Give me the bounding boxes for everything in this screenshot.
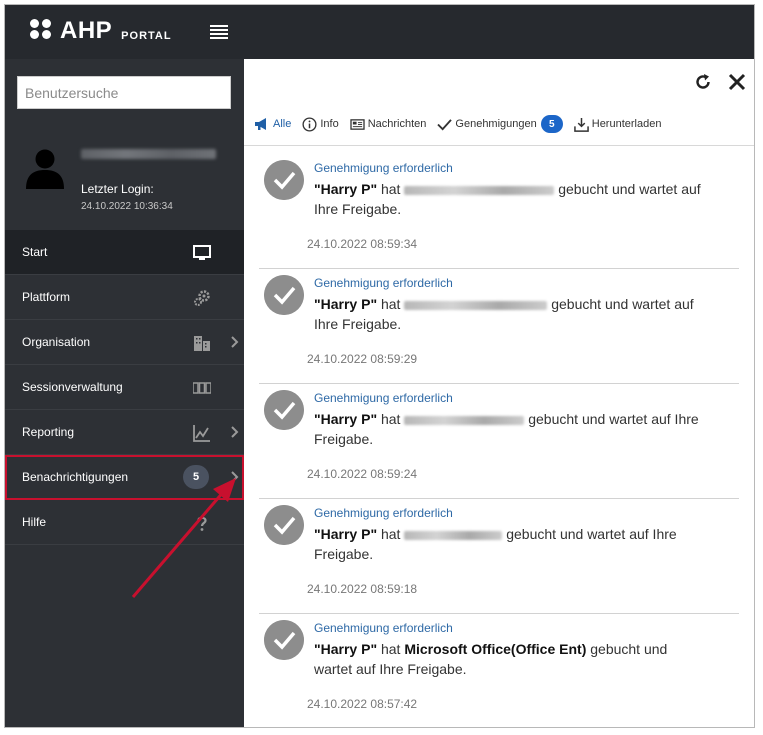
sidebar-item-benachrichtigungen[interactable]: Benachrichtigungen 5: [5, 455, 244, 500]
buildings-icon: [194, 336, 210, 351]
tab-nachrichten[interactable]: Nachrichten: [350, 118, 427, 131]
notification-user: "Harry P": [314, 181, 378, 197]
tab-label: Genehmigungen: [455, 118, 537, 130]
sidebar-item-reporting[interactable]: Reporting: [5, 410, 244, 455]
notification-time: 24.10.2022 08:59:29: [307, 352, 418, 366]
notification-count-badge: 5: [183, 465, 209, 489]
tab-label: Herunterladen: [591, 118, 662, 130]
notification-item: Genehmigung erforderlich "Harry P" hat g…: [259, 269, 739, 384]
brand-sub: PORTAL: [121, 30, 172, 42]
app-frame: AHP PORTAL Letzter Login: 24.10.2022 10:…: [4, 4, 755, 728]
message-icon: [350, 118, 365, 130]
notification-time: 24.10.2022 08:59:24: [307, 467, 418, 481]
refresh-icon[interactable]: [694, 73, 712, 91]
megaphone-icon: [255, 118, 266, 130]
brand-name: AHP: [60, 17, 113, 44]
check-circle-icon: [264, 275, 304, 315]
menu-toggle-icon[interactable]: [210, 25, 228, 39]
notification-time: 24.10.2022 08:59:18: [307, 582, 418, 596]
notification-panel: Alle Info Nachrichten Genehmigungen 5 He…: [244, 59, 754, 727]
notification-text: "Harry P" hat Microsoft Office(Office En…: [314, 639, 709, 679]
user-avatar-icon: [26, 149, 64, 189]
tab-label: Nachrichten: [367, 118, 427, 130]
check-circle-icon: [264, 620, 304, 660]
notification-title: Genehmigung erforderlich: [314, 621, 453, 635]
sidebar-item-sessionverwaltung[interactable]: Sessionverwaltung: [5, 365, 244, 410]
notification-title: Genehmigung erforderlich: [314, 506, 453, 520]
close-icon[interactable]: [728, 73, 746, 91]
user-search-input[interactable]: [17, 76, 231, 109]
sidebar-item-start[interactable]: Start: [5, 230, 244, 275]
last-login-time: 24.10.2022 10:36:34: [81, 201, 173, 212]
tabs-divider: [244, 145, 754, 146]
sidebar-item-hilfe[interactable]: Hilfe: [5, 500, 244, 545]
redacted-item: [404, 530, 503, 540]
chevron-right-icon[interactable]: [230, 336, 240, 348]
sidebar: Letzter Login: 24.10.2022 10:36:34 Start…: [5, 59, 244, 727]
monitor-icon: [193, 245, 211, 260]
check-circle-icon: [264, 505, 304, 545]
notification-time: 24.10.2022 08:57:42: [307, 697, 418, 711]
sessions-icon: [193, 382, 211, 394]
tab-herunterladen[interactable]: Herunterladen: [573, 117, 662, 132]
notification-text: "Harry P" hat gebucht und wartet auf Ihr…: [314, 524, 709, 564]
tab-genehmigungen[interactable]: Genehmigungen 5: [437, 115, 563, 133]
notification-text: "Harry P" hat gebucht und wartet auf Ihr…: [314, 294, 709, 334]
notification-verb: hat: [380, 526, 401, 542]
logo: AHP PORTAL: [30, 19, 172, 43]
check-icon: [437, 118, 453, 130]
notification-user: "Harry P": [314, 296, 378, 312]
redacted-item: [404, 185, 555, 195]
question-icon: [197, 516, 207, 531]
notification-item: Genehmigung erforderlich "Harry P" hat g…: [259, 499, 739, 614]
chart-icon: [193, 425, 210, 442]
notification-time: 24.10.2022 08:59:34: [307, 237, 418, 251]
notification-user: "Harry P": [314, 641, 378, 657]
last-login-label: Letzter Login:: [81, 182, 154, 196]
download-icon: [573, 117, 589, 132]
notification-item: Genehmigung erforderlich "Harry P" hat g…: [259, 154, 739, 269]
notification-verb: hat: [380, 296, 401, 312]
notification-list: Genehmigung erforderlich "Harry P" hat g…: [259, 154, 739, 727]
top-bar: AHP PORTAL: [5, 5, 754, 59]
approval-count-badge: 5: [540, 115, 563, 133]
notification-user: "Harry P": [314, 411, 378, 427]
panel-actions: [694, 73, 746, 91]
check-circle-icon: [264, 160, 304, 200]
notification-text: "Harry P" hat gebucht und wartet auf Ihr…: [314, 409, 709, 449]
notification-title: Genehmigung erforderlich: [314, 161, 453, 175]
redacted-item: [404, 415, 525, 425]
notification-verb: hat: [380, 181, 401, 197]
gears-icon: [194, 290, 210, 306]
notification-item: Genehmigung erforderlich "Harry P" hat g…: [259, 384, 739, 499]
user-name-redacted: [81, 149, 216, 159]
tab-info[interactable]: Info: [302, 116, 339, 132]
tab-label: Info: [320, 118, 339, 130]
notification-user: "Harry P": [314, 526, 378, 542]
notification-item-name: Microsoft Office(Office Ent): [404, 641, 587, 657]
info-icon: [302, 116, 317, 132]
notification-text: "Harry P" hat gebucht und wartet auf Ihr…: [314, 179, 709, 219]
chevron-right-icon[interactable]: [230, 471, 240, 483]
notification-item: Genehmigung erforderlich "Harry P" hat M…: [259, 614, 739, 727]
chevron-right-icon[interactable]: [230, 426, 240, 438]
user-profile: Letzter Login: 24.10.2022 10:36:34: [5, 129, 244, 229]
tab-label: Alle: [273, 118, 292, 130]
sidebar-item-plattform[interactable]: Plattform: [5, 275, 244, 320]
notification-title: Genehmigung erforderlich: [314, 391, 453, 405]
notification-verb: hat: [380, 411, 401, 427]
notification-title: Genehmigung erforderlich: [314, 276, 453, 290]
logo-dots-icon: [30, 19, 52, 41]
notification-tabs: Alle Info Nachrichten Genehmigungen 5 He…: [254, 112, 672, 136]
check-circle-icon: [264, 390, 304, 430]
tab-alle[interactable]: Alle: [254, 117, 291, 131]
sidebar-item-organisation[interactable]: Organisation: [5, 320, 244, 365]
redacted-item: [404, 300, 548, 310]
notification-verb: hat: [380, 641, 401, 657]
sidebar-nav: Start Plattform Organisation Sessionverw…: [5, 230, 244, 545]
